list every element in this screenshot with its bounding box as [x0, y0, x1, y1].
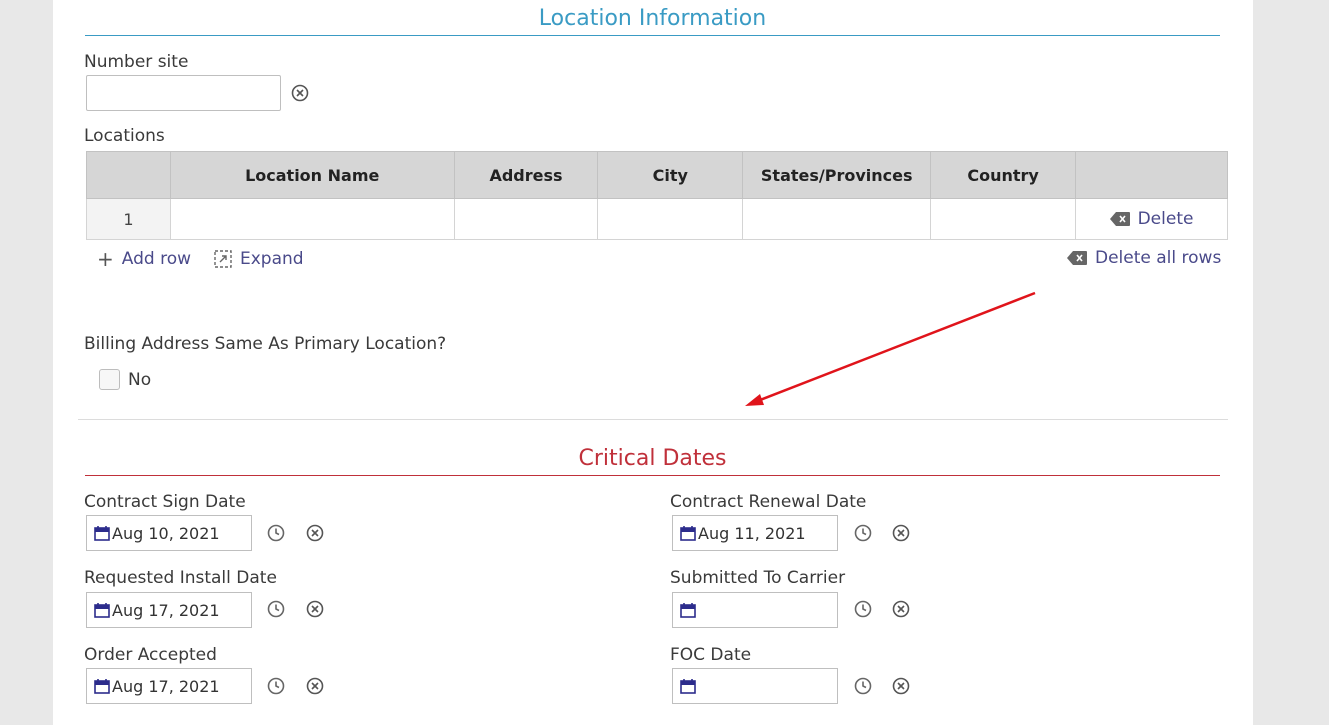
locations-label: Locations: [84, 126, 165, 146]
column-header-city[interactable]: City: [597, 151, 744, 199]
clock-icon[interactable]: [854, 524, 872, 542]
backspace-icon: [1109, 211, 1130, 226]
contract-renewal-date-value: Aug 11, 2021: [698, 523, 806, 543]
requested-install-date-value: Aug 17, 2021: [112, 600, 220, 620]
row-index: 1: [86, 198, 171, 240]
cell-country[interactable]: [930, 198, 1077, 240]
add-row-button[interactable]: + Add row: [97, 249, 191, 269]
column-header-actions: [1075, 151, 1228, 199]
clear-icon[interactable]: [306, 600, 324, 618]
calendar-icon: [94, 526, 110, 541]
billing-checkbox[interactable]: [99, 369, 120, 390]
billing-question-label: Billing Address Same As Primary Location…: [84, 334, 447, 354]
foc-date-label: FOC Date: [670, 645, 752, 665]
plus-icon: +: [97, 247, 114, 271]
add-row-label: Add row: [121, 249, 192, 269]
clock-icon[interactable]: [267, 600, 285, 618]
column-header-country[interactable]: Country: [930, 151, 1077, 199]
column-header-location-name[interactable]: Location Name: [169, 151, 455, 199]
order-accepted-date-input[interactable]: Aug 17, 2021: [86, 668, 252, 704]
column-header-address[interactable]: Address: [453, 151, 599, 199]
clock-icon[interactable]: [267, 677, 285, 695]
locations-table: Location Name Address City States/Provin…: [86, 151, 1228, 240]
clock-icon[interactable]: [267, 524, 285, 542]
backspace-icon: [1067, 251, 1087, 265]
number-site-label: Number site: [84, 52, 189, 72]
order-accepted-date-value: Aug 17, 2021: [112, 676, 220, 696]
column-header-index: [86, 151, 171, 199]
clear-icon[interactable]: [892, 677, 910, 695]
table-row: 1 Delete: [86, 198, 1228, 240]
contract-renewal-date-input[interactable]: Aug 11, 2021: [672, 515, 838, 551]
expand-button[interactable]: Expand: [214, 249, 304, 269]
cell-address[interactable]: [453, 198, 599, 240]
cell-location-name[interactable]: [169, 198, 455, 240]
foc-date-input[interactable]: [672, 668, 838, 704]
submitted-to-carrier-label: Submitted To Carrier: [670, 568, 846, 588]
critical-dates-title: Critical Dates: [578, 446, 727, 471]
order-accepted-label: Order Accepted: [84, 645, 217, 665]
billing-checkbox-label[interactable]: No: [128, 370, 151, 390]
contract-sign-date-input[interactable]: Aug 10, 2021: [86, 515, 252, 551]
expand-icon: [214, 250, 232, 268]
location-section-title: Location Information: [538, 6, 767, 31]
calendar-icon: [680, 526, 696, 541]
form-page: Location Information Number site Locatio…: [53, 0, 1253, 725]
column-header-states-provinces[interactable]: States/Provinces: [742, 151, 932, 199]
delete-row-label: Delete: [1137, 208, 1194, 229]
number-site-input[interactable]: [86, 75, 281, 111]
clock-icon[interactable]: [854, 677, 872, 695]
contract-sign-date-value: Aug 10, 2021: [112, 523, 220, 543]
clear-icon[interactable]: [892, 524, 910, 542]
cell-state[interactable]: [742, 198, 932, 240]
delete-all-rows-button[interactable]: Delete all rows: [1067, 248, 1221, 268]
calendar-icon: [94, 603, 110, 618]
calendar-icon: [94, 679, 110, 694]
clear-icon[interactable]: [291, 84, 309, 102]
delete-row-button[interactable]: Delete: [1109, 208, 1194, 229]
critical-dates-rule: [85, 475, 1220, 476]
expand-label: Expand: [240, 249, 304, 269]
delete-row-cell: Delete: [1075, 198, 1228, 240]
requested-install-date-input[interactable]: Aug 17, 2021: [86, 592, 252, 628]
table-header-row: Location Name Address City States/Provin…: [86, 151, 1228, 199]
cell-city[interactable]: [597, 198, 744, 240]
contract-renewal-date-label: Contract Renewal Date: [670, 492, 867, 512]
contract-sign-date-label: Contract Sign Date: [84, 492, 246, 512]
location-section-rule: [85, 35, 1220, 36]
requested-install-date-label: Requested Install Date: [84, 568, 277, 588]
clear-icon[interactable]: [306, 524, 324, 542]
submitted-to-carrier-date-input[interactable]: [672, 592, 838, 628]
clear-icon[interactable]: [892, 600, 910, 618]
section-divider: [78, 419, 1228, 420]
clock-icon[interactable]: [854, 600, 872, 618]
calendar-icon: [680, 679, 696, 694]
calendar-icon: [680, 603, 696, 618]
delete-all-rows-label: Delete all rows: [1095, 248, 1222, 268]
clear-icon[interactable]: [306, 677, 324, 695]
